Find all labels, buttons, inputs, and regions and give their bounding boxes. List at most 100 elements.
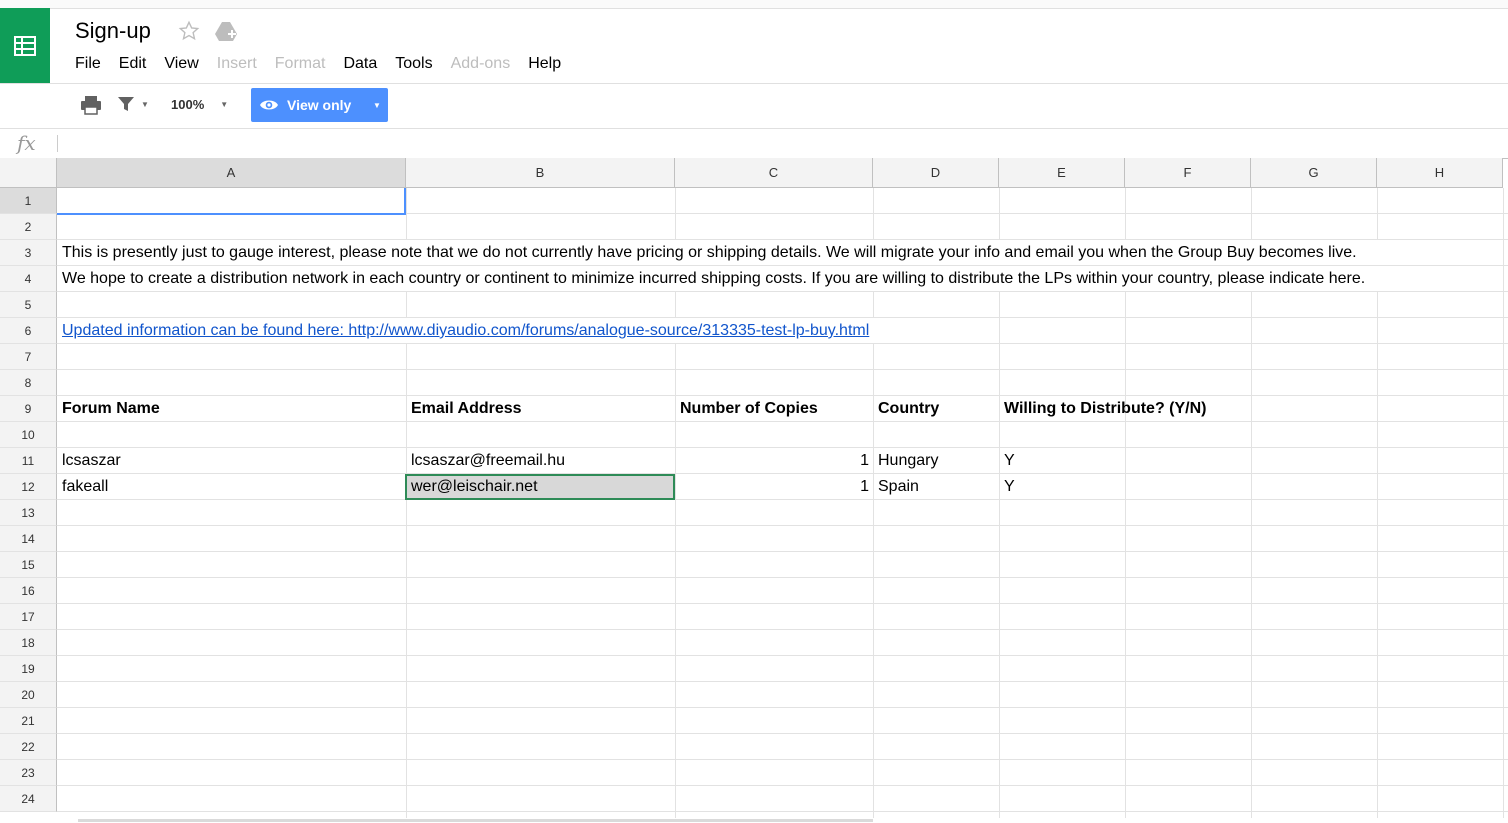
header-email-address[interactable]: Email Address [406, 396, 675, 422]
row-header-20[interactable]: 20 [0, 682, 57, 708]
col-header-c[interactable]: C [675, 158, 873, 188]
browser-top-strip [0, 0, 1508, 9]
header-willing-to-distribute[interactable]: Willing to Distribute? (Y/N) [999, 396, 1211, 422]
row-header-11[interactable]: 11 [0, 448, 57, 474]
cell-b12[interactable]: wer@leischair.net [406, 474, 675, 500]
grid-line [57, 733, 1508, 734]
row-header-16[interactable]: 16 [0, 578, 57, 604]
col-header-a[interactable]: A [57, 158, 406, 188]
row-header-23[interactable]: 23 [0, 760, 57, 786]
cell-a3[interactable]: This is presently just to gauge interest… [57, 240, 1361, 266]
view-only-label: View only [287, 97, 352, 113]
col-header-d[interactable]: D [873, 158, 999, 188]
grid-line [57, 681, 1508, 682]
row-header-19[interactable]: 19 [0, 656, 57, 682]
print-button[interactable] [80, 95, 102, 115]
sheets-logo-icon[interactable] [0, 8, 50, 83]
cell-c12[interactable]: 1 [675, 474, 873, 500]
grid-line [1503, 188, 1504, 818]
cell-a11[interactable]: lcsaszar [57, 448, 406, 474]
row-header-4[interactable]: 4 [0, 266, 57, 292]
cell-a4[interactable]: We hope to create a distribution network… [57, 266, 1369, 292]
col-header-f[interactable]: F [1125, 158, 1251, 188]
chevron-down-icon: ▼ [141, 99, 149, 109]
toolbar: ▼ 100% ▼ View only ▼ [0, 84, 1508, 128]
menu-view[interactable]: View [164, 55, 198, 73]
formula-bar: fx [0, 128, 1508, 159]
cell-b11[interactable]: lcsaszar@freemail.hu [406, 448, 675, 474]
grid-line [57, 577, 1508, 578]
col-header-h[interactable]: H [1377, 158, 1503, 188]
menu-format[interactable]: Format [275, 55, 326, 73]
active-cell-a1-edge [404, 188, 406, 215]
chevron-down-icon: ▼ [220, 100, 229, 109]
cell-a12[interactable]: fakeall [57, 474, 406, 500]
row-header-7[interactable]: 7 [0, 344, 57, 370]
menu-help[interactable]: Help [528, 55, 561, 73]
grid-line [57, 525, 1508, 526]
active-cell-a1-indicator [57, 213, 406, 215]
filter-icon [118, 97, 134, 111]
row-header-17[interactable]: 17 [0, 604, 57, 630]
row-header-3[interactable]: 3 [0, 240, 57, 266]
header-forum-name[interactable]: Forum Name [57, 396, 406, 422]
row-header-15[interactable]: 15 [0, 552, 57, 578]
grid-line [57, 369, 1508, 370]
menu-data[interactable]: Data [343, 55, 377, 73]
zoom-select[interactable]: 100% ▼ [171, 97, 228, 112]
grid-line [57, 655, 1508, 656]
row-header-13[interactable]: 13 [0, 500, 57, 526]
menu-bar: File Edit View Insert Format Data Tools … [75, 55, 579, 73]
zoom-value: 100% [171, 97, 205, 112]
horizontal-scrollbar[interactable] [78, 819, 873, 822]
star-icon[interactable] [178, 20, 200, 47]
cell-e11[interactable]: Y [999, 448, 1125, 474]
row-header-2[interactable]: 2 [0, 214, 57, 240]
cell-e12[interactable]: Y [999, 474, 1125, 500]
eye-icon [259, 98, 279, 112]
fx-icon: fx [17, 131, 36, 155]
print-icon [81, 96, 101, 115]
col-header-b[interactable]: B [406, 158, 675, 188]
grid-line [57, 603, 1508, 604]
view-only-button[interactable]: View only ▼ [251, 88, 388, 122]
col-header-e[interactable]: E [999, 158, 1125, 188]
header-country[interactable]: Country [873, 396, 999, 422]
menu-add-ons[interactable]: Add-ons [451, 55, 511, 73]
row-header-18[interactable]: 18 [0, 630, 57, 656]
grid-line [57, 551, 1508, 552]
row-header-8[interactable]: 8 [0, 370, 57, 396]
cell-c11[interactable]: 1 [675, 448, 873, 474]
formula-separator [57, 135, 58, 152]
cell-d12[interactable]: Spain [873, 474, 999, 500]
cell-d11[interactable]: Hungary [873, 448, 999, 474]
row-header-24[interactable]: 24 [0, 786, 57, 812]
row-header-10[interactable]: 10 [0, 422, 57, 448]
spreadsheet-grid: A B C D E F G H 1 2 3 4 5 6 7 8 9 10 11 12 13 14 15 16 1… [0, 158, 1508, 818]
header-number-of-copies[interactable]: Number of Copies [675, 396, 873, 422]
row-header-9[interactable]: 9 [0, 396, 57, 422]
row-header-22[interactable]: 22 [0, 734, 57, 760]
menu-edit[interactable]: Edit [119, 55, 147, 73]
chevron-down-icon[interactable]: ▼ [366, 88, 388, 122]
grid-line [57, 811, 1508, 812]
menu-tools[interactable]: Tools [395, 55, 432, 73]
row-header-5[interactable]: 5 [0, 292, 57, 318]
grid-line [57, 629, 1508, 630]
grid-line [57, 759, 1508, 760]
select-all-corner[interactable] [0, 158, 57, 188]
document-title[interactable]: Sign-up [75, 18, 151, 44]
move-to-drive-icon[interactable] [214, 20, 238, 47]
row-header-14[interactable]: 14 [0, 526, 57, 552]
filter-button[interactable]: ▼ [117, 96, 149, 112]
row-header-12[interactable]: 12 [0, 474, 57, 500]
row-header-1[interactable]: 1 [0, 188, 57, 214]
grid-line [57, 785, 1508, 786]
menu-file[interactable]: File [75, 55, 101, 73]
row-header-21[interactable]: 21 [0, 708, 57, 734]
cell-a6-link[interactable]: Updated information can be found here: h… [57, 318, 873, 344]
menu-insert[interactable]: Insert [217, 55, 257, 73]
col-header-g[interactable]: G [1251, 158, 1377, 188]
row-header-6[interactable]: 6 [0, 318, 57, 344]
grid-line [57, 707, 1508, 708]
